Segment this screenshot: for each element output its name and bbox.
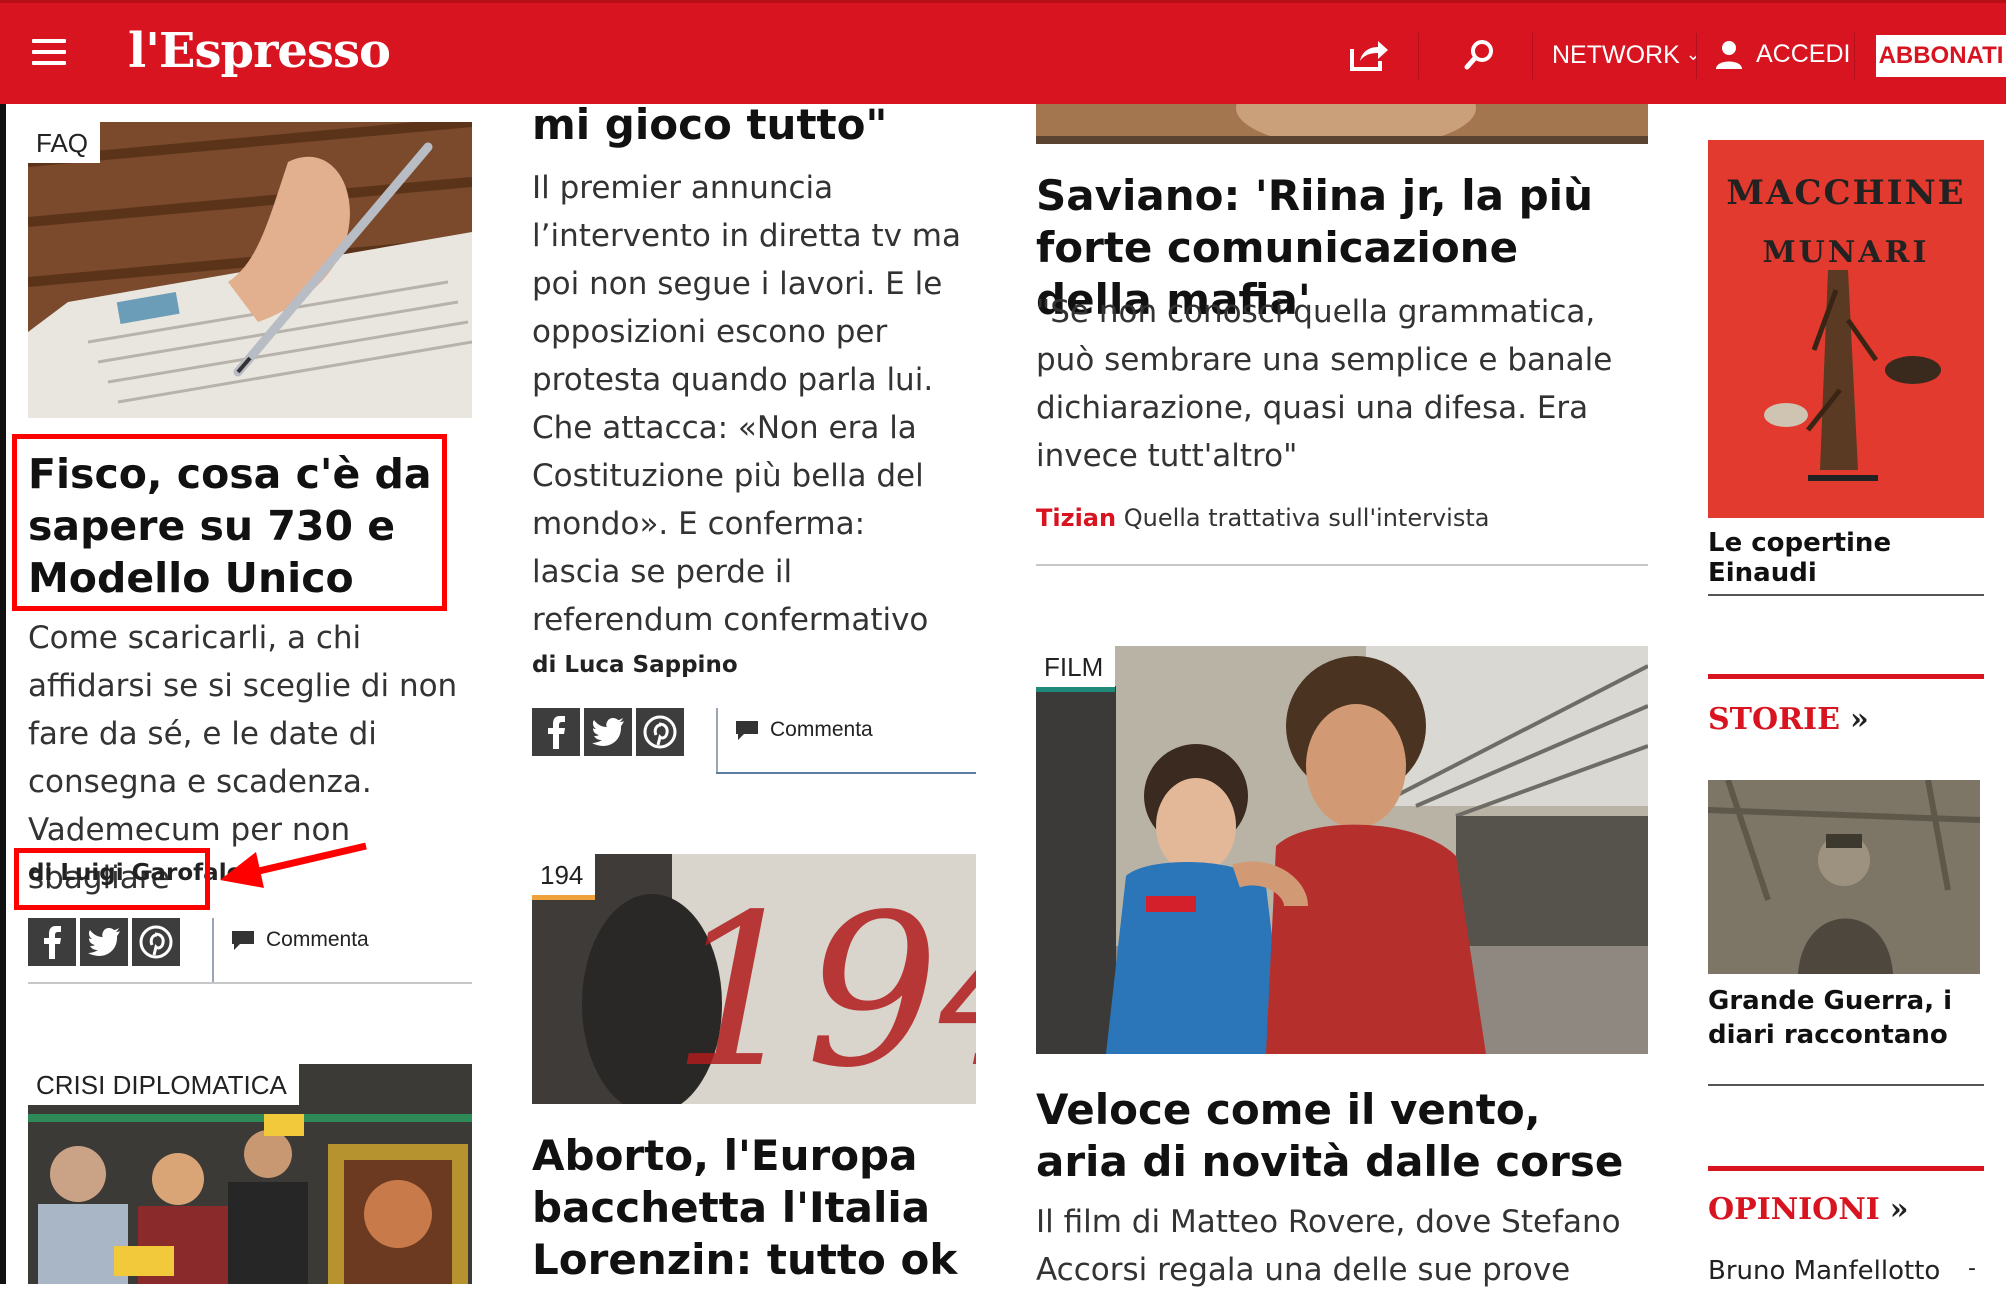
header-separator bbox=[1532, 33, 1533, 79]
network-label: NETWORK bbox=[1552, 41, 1680, 69]
storie-section-link[interactable]: STORIE » bbox=[1708, 702, 1869, 737]
commenta-link[interactable]: Commenta bbox=[230, 928, 369, 952]
login-label: ACCEDI bbox=[1756, 39, 1851, 68]
divider bbox=[1708, 1084, 1984, 1086]
article-title-partial[interactable]: mi gioco tutto" bbox=[532, 100, 887, 149]
share-buttons bbox=[532, 708, 684, 756]
annotation-box-byline bbox=[14, 848, 210, 910]
comment-icon bbox=[736, 721, 758, 740]
comment-icon bbox=[232, 931, 254, 950]
header-separator bbox=[1696, 33, 1697, 79]
saviano-article-image[interactable] bbox=[1036, 104, 1648, 144]
faq-article-image[interactable] bbox=[28, 122, 472, 418]
top-header-bar: l'Espresso NETWORK ⌄ ACCEDI ABBONATI bbox=[0, 0, 2006, 104]
storie-article-image[interactable] bbox=[1708, 780, 1980, 974]
login-button[interactable]: ACCEDI bbox=[1714, 39, 1850, 69]
book-cover-image[interactable]: MACCHINE MUNARI bbox=[1708, 140, 1984, 518]
site-logo[interactable]: l'Espresso bbox=[128, 23, 391, 79]
article-summary: Il film di Matteo Rovere, dove Stefano A… bbox=[1036, 1204, 1621, 1288]
book-caption[interactable]: Le copertine Einaudi bbox=[1708, 528, 2006, 588]
facebook-icon[interactable] bbox=[532, 708, 580, 756]
divider bbox=[1708, 594, 1984, 596]
twitter-icon[interactable] bbox=[80, 918, 128, 966]
article-title[interactable]: Veloce come il vento, aria di novità dal… bbox=[1036, 1084, 1636, 1188]
header-separator bbox=[1418, 33, 1419, 79]
header-separator bbox=[1854, 33, 1855, 79]
left-edge-bar bbox=[0, 104, 6, 1284]
commenta-label: Commenta bbox=[770, 718, 873, 741]
film-article-image[interactable] bbox=[1036, 646, 1648, 1054]
crisi-diplomatica-tag[interactable]: CRISI DIPLOMATICA bbox=[28, 1064, 299, 1105]
book-cover-line2: MUNARI bbox=[1762, 235, 1929, 270]
related-link[interactable]: Tizian Quella trattativa sull'intervista bbox=[1036, 504, 1489, 532]
user-icon bbox=[1716, 41, 1742, 69]
divider bbox=[212, 918, 214, 984]
194-tag[interactable]: 194 bbox=[532, 854, 596, 900]
annotation-box-title bbox=[12, 434, 447, 611]
pinterest-icon[interactable] bbox=[132, 918, 180, 966]
article-byline[interactable]: di Luca Sappino bbox=[532, 652, 738, 678]
related-author: Tizian bbox=[1036, 504, 1117, 532]
storie-label: STORIE bbox=[1708, 702, 1840, 737]
section-bar bbox=[1708, 1166, 1984, 1171]
search-icon[interactable] bbox=[1456, 33, 1500, 77]
divider bbox=[28, 982, 472, 984]
chevron-down-icon: ⌄ bbox=[1685, 44, 1701, 64]
article-summary: Il premier annuncia l’intervento in dire… bbox=[532, 170, 961, 638]
book-cover-line1: MACCHINE bbox=[1726, 173, 1965, 213]
aborto-article-image[interactable]: 194 bbox=[532, 854, 976, 1104]
pinterest-icon[interactable] bbox=[636, 708, 684, 756]
twitter-icon[interactable] bbox=[584, 708, 632, 756]
section-bar bbox=[1708, 674, 1984, 679]
article-summary: "Se non conosci quella grammatica, può s… bbox=[1036, 294, 1613, 474]
divider bbox=[716, 708, 718, 774]
opinioni-label: OPINIONI bbox=[1708, 1192, 1880, 1227]
article-title[interactable]: Aborto, l'Europa bacchetta l'Italia Lore… bbox=[532, 1130, 972, 1286]
opinioni-dash: - bbox=[1968, 1256, 1976, 1281]
raquo-icon: » bbox=[1849, 702, 1869, 737]
facebook-icon[interactable] bbox=[28, 918, 76, 966]
annotation-arrow-icon bbox=[220, 842, 367, 888]
menu-icon[interactable] bbox=[32, 39, 66, 67]
opinioni-author[interactable]: Bruno Manfellotto bbox=[1708, 1256, 1940, 1286]
storie-caption[interactable]: Grande Guerra, i diari raccontano bbox=[1708, 984, 1984, 1052]
share-icon[interactable] bbox=[1346, 33, 1390, 77]
divider bbox=[716, 772, 976, 774]
raquo-icon: » bbox=[1889, 1192, 1909, 1227]
graffiti-194-text: 194 bbox=[672, 869, 976, 1104]
divider bbox=[1036, 564, 1648, 566]
network-dropdown[interactable]: NETWORK ⌄ bbox=[1552, 41, 1701, 70]
share-buttons bbox=[28, 918, 180, 966]
faq-tag[interactable]: FAQ bbox=[28, 122, 101, 163]
subscribe-button[interactable]: ABBONATI bbox=[1876, 35, 2006, 77]
film-tag[interactable]: FILM bbox=[1036, 646, 1116, 692]
commenta-label: Commenta bbox=[266, 928, 369, 951]
related-title: Quella trattativa sull'intervista bbox=[1123, 504, 1490, 532]
opinioni-section-link[interactable]: OPINIONI » bbox=[1708, 1192, 1909, 1227]
commenta-link[interactable]: Commenta bbox=[734, 718, 873, 742]
